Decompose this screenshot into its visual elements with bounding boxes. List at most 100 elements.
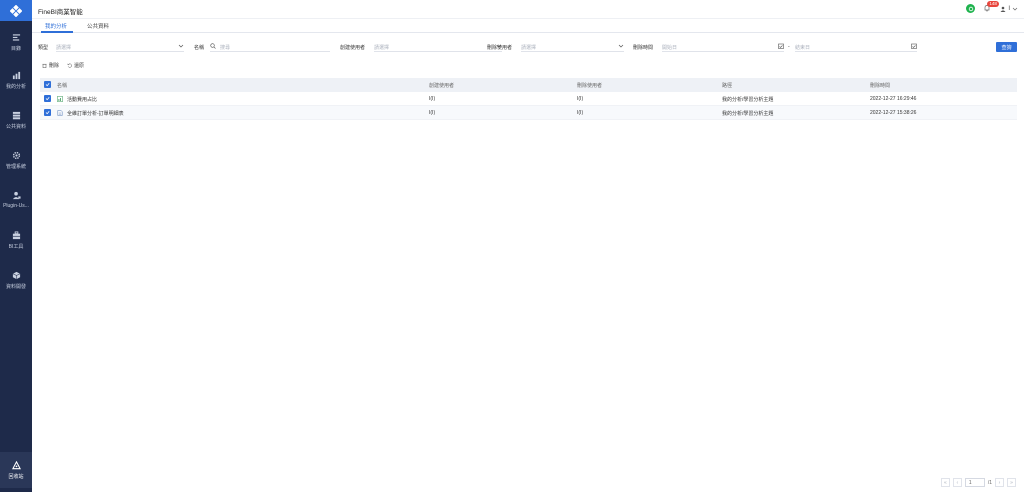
chevron-down-icon (618, 44, 624, 48)
check-icon (45, 83, 50, 87)
sidebar-item-my-analysis[interactable]: 我的分析 (0, 64, 32, 96)
sidebar-item-label: 資料開發 (5, 283, 26, 290)
recycle-table: 名稱 創建使用者 刪除使用者 路徑 刪除時間 活動費用占比 I(I) I(I) … (40, 78, 1017, 120)
type-select[interactable]: 請選擇 (56, 41, 184, 52)
row-deleter: I(I) (577, 110, 584, 116)
chevron-down-icon (178, 44, 184, 48)
delete-label: 刪除 (49, 63, 60, 69)
status-button[interactable] (966, 4, 976, 13)
sidebar-item-label: BI工具 (8, 243, 24, 250)
end-date-placeholder: 結束日 (795, 45, 811, 51)
tab-public-data[interactable]: 公共資料 (87, 22, 109, 30)
row-path: 我的分析/學習分析主題 (722, 97, 774, 103)
select-all-checkbox[interactable] (44, 81, 51, 88)
report-file-icon (57, 109, 63, 116)
type-label: 類型 (38, 45, 49, 51)
row-deleter: I(I) (577, 96, 584, 102)
row-checkbox[interactable] (44, 95, 51, 102)
notification-badge: 148 (987, 1, 999, 7)
app-title: FineBI商業智能 (38, 9, 83, 16)
end-date-input[interactable]: 結束日 (795, 41, 917, 52)
check-icon (45, 97, 50, 101)
tab-active-indicator (41, 31, 73, 33)
sidebar-item-data-dev[interactable]: 資料開發 (0, 264, 32, 296)
gear-icon (12, 151, 20, 159)
query-button[interactable]: 查詢 (996, 42, 1017, 52)
chevron-down-icon (1012, 7, 1018, 10)
name-label: 名稱 (194, 45, 205, 51)
row-name: 全維訂單分析-訂單明細表 (67, 111, 124, 117)
filter-bar: 類型 請選擇 名稱 搜尋 創建使用者 請選擇 刪除使用者 請選擇 刪除時間 開始… (32, 40, 1024, 54)
column-header-deleter[interactable]: 刪除使用者 (577, 82, 602, 89)
type-placeholder: 請選擇 (56, 45, 72, 51)
start-date-placeholder: 開始日 (662, 45, 678, 51)
sidebar-item-label: Plugin-Us... (3, 203, 29, 209)
creator-label: 創建使用者 (340, 45, 366, 51)
action-bar: 刪除 還原 (42, 62, 84, 69)
notification-button[interactable]: 148 (983, 1, 999, 13)
delete-time-label: 刪除時間 (633, 45, 654, 51)
prev-page-button[interactable]: ‹ (952, 478, 962, 487)
column-header-name[interactable]: 名稱 (57, 82, 67, 89)
tab-my-analysis[interactable]: 我的分析 (45, 22, 67, 30)
calendar-icon (911, 43, 917, 49)
last-page-button[interactable]: » (1007, 478, 1016, 487)
chart-file-icon (57, 95, 63, 102)
trash-icon (42, 63, 47, 68)
name-placeholder: 搜尋 (220, 45, 231, 51)
deleter-select[interactable]: 請選擇 (521, 41, 624, 52)
row-checkbox[interactable] (44, 109, 51, 116)
sidebar-item-plugin-user[interactable]: Plugin-Us... (0, 184, 32, 216)
chat-icon (968, 6, 974, 11)
sidebar-item-recycle-bin[interactable]: 回收站 (0, 452, 32, 488)
row-creator: I(I) (429, 110, 436, 116)
chart-icon (12, 71, 20, 79)
calendar-icon (778, 43, 784, 49)
row-time: 2022-12-27 16:29:46 (870, 96, 917, 102)
sidebar-item-bi-tools[interactable]: BI工具 (0, 224, 32, 256)
start-date-input[interactable]: 開始日 (662, 41, 784, 52)
column-header-path[interactable]: 路徑 (722, 82, 732, 89)
user-plugin-icon (12, 191, 21, 200)
top-bar: FineBI商業智能 148 I (32, 0, 1024, 19)
creator-select[interactable]: 請選擇 (374, 41, 502, 52)
cube-icon (12, 271, 20, 279)
creator-placeholder: 請選擇 (374, 45, 390, 51)
restore-button[interactable]: 還原 (67, 62, 84, 69)
undo-icon (67, 63, 72, 68)
user-menu[interactable]: I (1000, 6, 1018, 12)
row-path: 我的分析/學習分析主題 (722, 111, 774, 117)
list-icon (12, 33, 20, 41)
tab-bar: 我的分析 公共資料 (32, 19, 1024, 33)
recycle-icon (11, 460, 21, 469)
row-creator: I(I) (429, 96, 436, 102)
row-name: 活動費用占比 (67, 97, 98, 103)
table-row[interactable]: 全維訂單分析-訂單明細表 I(I) I(I) 我的分析/學習分析主題 2022-… (40, 106, 1017, 120)
database-icon (12, 111, 20, 119)
user-icon (1000, 6, 1006, 12)
deleter-placeholder: 請選擇 (521, 45, 537, 51)
table-row[interactable]: 活動費用占比 I(I) I(I) 我的分析/學習分析主題 2022-12-27 … (40, 92, 1017, 106)
sidebar-item-label: 公共資料 (5, 123, 26, 130)
app-logo[interactable] (0, 0, 32, 21)
sidebar-item-label: 回收站 (8, 473, 24, 480)
next-page-button[interactable]: › (995, 478, 1004, 487)
first-page-button[interactable]: « (940, 478, 950, 487)
check-icon (45, 111, 50, 115)
name-search-input[interactable]: 搜尋 (210, 41, 330, 52)
sidebar-item-catalog[interactable]: 目錄 (0, 26, 32, 58)
top-right-tools: 148 I (966, 1, 1018, 13)
sidebar-item-management[interactable]: 管理系統 (0, 144, 32, 176)
column-header-creator[interactable]: 創建使用者 (429, 82, 454, 89)
user-name: I (1008, 5, 1010, 12)
search-icon (210, 43, 216, 49)
sidebar-item-public-data[interactable]: 公共資料 (0, 104, 32, 136)
restore-label: 還原 (74, 63, 85, 69)
page-total: /1 (987, 479, 992, 486)
table-header: 名稱 創建使用者 刪除使用者 路徑 刪除時間 (40, 78, 1017, 92)
page-number-input[interactable]: 1 (964, 478, 985, 487)
logo-icon (10, 4, 22, 17)
column-header-time[interactable]: 刪除時間 (870, 82, 890, 89)
delete-button[interactable]: 刪除 (42, 62, 59, 69)
toolbox-icon (12, 230, 20, 239)
